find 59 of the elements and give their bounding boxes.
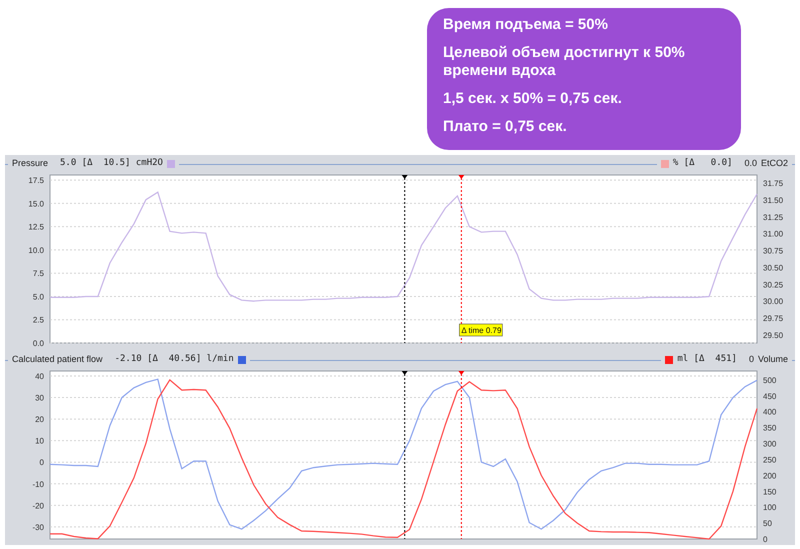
axis-tick-label: 15.0	[28, 199, 44, 208]
axis-tick-label: 30.25	[763, 280, 784, 290]
callout-text: Целевой объем достигнут к 50% времени вдоха	[443, 44, 686, 80]
axis-tick-label: 250	[763, 455, 776, 464]
axis-tick-label: 12.5	[28, 222, 44, 232]
axis-tick-label: 30.00	[763, 297, 784, 306]
axis-tick-label: 30	[35, 394, 44, 403]
axis-tick-label: -10	[32, 480, 44, 489]
channel-name: Volume	[758, 353, 788, 366]
cursor-handle-icon[interactable]	[458, 175, 464, 179]
cursor-line[interactable]	[404, 374, 406, 540]
axis-tick-label: -30	[32, 522, 44, 532]
axis-tick-label: 29.50	[763, 330, 784, 340]
callout-text: Время подъема = 50%	[443, 16, 609, 34]
channel-value: 0	[748, 353, 754, 366]
axis-tick-label: 40	[35, 372, 44, 381]
axis-tick-label: 50	[763, 519, 772, 528]
cursor-handle-icon[interactable]	[458, 371, 464, 375]
callout-text: Плато = 0,75 сек.	[443, 118, 568, 136]
axis-tick-label: 200	[763, 471, 776, 480]
annotation: Δ time 0.79	[461, 326, 502, 335]
axis-tick-label: 10	[35, 436, 44, 446]
axis-tick-label: 17.5	[28, 176, 44, 186]
axis-tick-label: 500	[763, 376, 776, 385]
axis-tick-label: 5.0	[32, 292, 44, 302]
axis-tick-label: 2.5	[32, 316, 44, 325]
channel-reading: % [Δ 0.0]	[672, 157, 732, 170]
axis-tick-label: 20	[35, 415, 44, 424]
axis-tick-label: 31.25	[763, 212, 784, 222]
cursor-handle-icon[interactable]	[402, 175, 408, 179]
axis-tick-label: 31.00	[763, 230, 784, 239]
channel-reading: ml [Δ 451]	[677, 353, 737, 366]
axis-tick-label: 350	[763, 424, 776, 433]
axis-tick-label: 400	[763, 408, 776, 417]
axis-tick-label: 0.0	[32, 339, 44, 348]
channel-name: EtCO2	[760, 157, 788, 170]
axis-tick-label: 10.0	[28, 246, 44, 255]
axis-tick-label: 300	[763, 440, 776, 449]
axis-tick-label: 450	[763, 392, 776, 401]
axis-tick-label: 31.75	[763, 179, 784, 188]
cursor-handle-icon[interactable]	[402, 371, 408, 375]
callout-text: 1,5 сек. x 50% = 0,75 сек.	[443, 90, 623, 108]
axis-tick-label: 30.75	[763, 246, 784, 256]
time-delta-label: Δ time 0.79	[459, 324, 503, 336]
axis-tick-label: -20	[32, 501, 44, 510]
axis-tick-label: 0	[40, 458, 44, 468]
channel-reading: 5.0 [Δ 10.5] cmH2O	[60, 157, 163, 170]
channel-name: Calculated patient flow	[12, 353, 103, 366]
axis-tick-label: 100	[763, 503, 776, 512]
channel-value: 0.0	[744, 157, 757, 170]
channel-name: Pressure	[12, 157, 48, 170]
cursor-line[interactable]	[404, 178, 406, 344]
channel-reading: -2.10 [Δ 40.56] l/min	[114, 353, 234, 366]
axis-tick-label: 7.5	[32, 269, 44, 278]
axis-tick-label: 150	[763, 487, 776, 496]
axis-tick-label: 30.50	[763, 263, 784, 272]
axis-tick-label: 0	[763, 535, 768, 544]
axis-tick-label: 29.75	[763, 314, 784, 324]
axis-tick-label: 31.50	[763, 196, 784, 205]
